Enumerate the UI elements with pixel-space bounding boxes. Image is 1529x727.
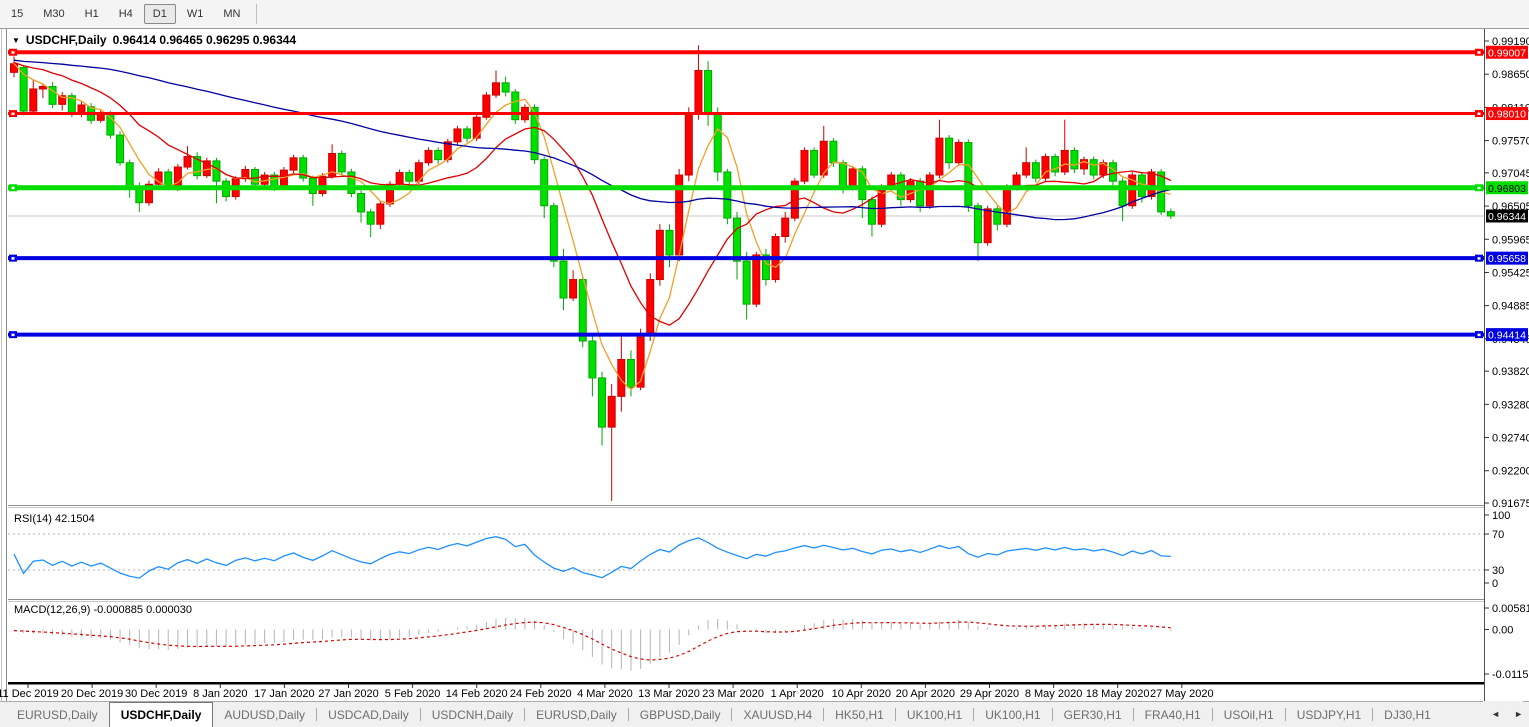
- tab-hk50-h1[interactable]: HK50,H1: [824, 702, 895, 727]
- tab-scroll-left-icon[interactable]: ◄: [1491, 709, 1500, 719]
- tab-xauusd-h4[interactable]: XAUUSD,H4: [732, 702, 823, 727]
- chart-dropdown-icon[interactable]: ▼: [12, 36, 20, 45]
- macd-indicator-label: MACD(12,26,9) -0.000885 0.000030: [14, 604, 192, 616]
- bid-price-badge: 0.96344: [1486, 209, 1528, 223]
- chart-background: [0, 29, 1529, 727]
- tab-uk100-h1[interactable]: UK100,H1: [974, 702, 1051, 727]
- tab-dj30-h1[interactable]: DJ30,H1: [1373, 702, 1442, 727]
- svg-text:0: 0: [1492, 578, 1498, 590]
- svg-text:11 Dec 2019: 11 Dec 2019: [0, 688, 59, 700]
- rsi-indicator-label: RSI(14) 42.1504: [14, 513, 95, 525]
- svg-text:0.97045: 0.97045: [1492, 168, 1529, 180]
- tab-audusd-daily[interactable]: AUDUSD,Daily: [213, 702, 316, 727]
- chart-tab-bar: EURUSD,DailyUSDCHF,DailyAUDUSD,DailyUSDC…: [0, 701, 1529, 727]
- price-axis: 0.991900.986500.981100.975700.970450.965…: [1484, 29, 1529, 701]
- tab-usdcad-daily[interactable]: USDCAD,Daily: [317, 702, 420, 727]
- timeframe-toolbar: 15M30H1H4D1W1MN: [0, 0, 1529, 29]
- svg-text:0.95965: 0.95965: [1492, 234, 1529, 246]
- svg-text:-0.01151: -0.01151: [1492, 669, 1529, 681]
- svg-text:0.97570: 0.97570: [1492, 136, 1529, 148]
- timeframe-button-d1[interactable]: D1: [144, 4, 176, 24]
- svg-text:0.98650: 0.98650: [1492, 69, 1529, 81]
- svg-text:8 May 2020: 8 May 2020: [1025, 688, 1082, 700]
- svg-text:30 Dec 2019: 30 Dec 2019: [125, 688, 187, 700]
- svg-text:8 Jan 2020: 8 Jan 2020: [193, 688, 247, 700]
- svg-text:4 Mar 2020: 4 Mar 2020: [577, 688, 633, 700]
- tab-scroll-right-icon[interactable]: ►: [1514, 709, 1523, 719]
- svg-text:29 Apr 2020: 29 Apr 2020: [960, 688, 1019, 700]
- svg-text:0.92740: 0.92740: [1492, 433, 1529, 445]
- timeframe-button-w1[interactable]: W1: [178, 4, 213, 24]
- tab-fra40-h1[interactable]: FRA40,H1: [1134, 702, 1212, 727]
- timeframe-button-mn[interactable]: MN: [214, 4, 249, 24]
- svg-text:0.95425: 0.95425: [1492, 267, 1529, 279]
- tab-ger30-h1[interactable]: GER30,H1: [1053, 702, 1133, 727]
- svg-text:24 Feb 2020: 24 Feb 2020: [510, 688, 572, 700]
- svg-text:20 Apr 2020: 20 Apr 2020: [896, 688, 955, 700]
- chart-symbol-header: ▼ USDCHF,Daily 0.96414 0.96465 0.96295 0…: [12, 33, 296, 47]
- timeframe-button-15[interactable]: 15: [2, 4, 32, 24]
- svg-text:0.00: 0.00: [1492, 625, 1513, 637]
- timeframe-button-h1[interactable]: H1: [76, 4, 108, 24]
- tab-eurusd-daily[interactable]: EURUSD,Daily: [6, 702, 109, 727]
- svg-text:17 Jan 2020: 17 Jan 2020: [254, 688, 315, 700]
- tab-usdjpy-h1[interactable]: USDJPY,H1: [1286, 702, 1372, 727]
- svg-text:23 Mar 2020: 23 Mar 2020: [702, 688, 764, 700]
- svg-text:18 May 2020: 18 May 2020: [1086, 688, 1150, 700]
- timeframe-button-m30[interactable]: M30: [34, 4, 73, 24]
- svg-text:0.92200: 0.92200: [1492, 466, 1529, 478]
- chart-symbol-label: USDCHF,Daily: [26, 33, 107, 47]
- chart-canvas[interactable]: 0.991900.986500.981100.975700.970450.965…: [0, 29, 1529, 727]
- svg-text:0.98010: 0.98010: [1488, 109, 1526, 121]
- tab-scroll-nav: ◄ ►: [1483, 701, 1523, 727]
- tab-eurusd-daily[interactable]: EURUSD,Daily: [525, 702, 628, 727]
- svg-text:0.93280: 0.93280: [1492, 399, 1529, 411]
- svg-text:0.93820: 0.93820: [1492, 366, 1529, 378]
- tab-usoil-h1[interactable]: USOil,H1: [1213, 702, 1285, 727]
- svg-text:30: 30: [1492, 565, 1504, 577]
- svg-text:27 Jan 2020: 27 Jan 2020: [318, 688, 379, 700]
- toolbar-separator: [256, 4, 257, 24]
- svg-text:0.99007: 0.99007: [1488, 47, 1526, 59]
- svg-text:13 Mar 2020: 13 Mar 2020: [638, 688, 700, 700]
- svg-text:0.96803: 0.96803: [1488, 183, 1526, 195]
- svg-text:5 Feb 2020: 5 Feb 2020: [385, 688, 441, 700]
- svg-text:0.95658: 0.95658: [1488, 253, 1526, 265]
- timeframe-button-h4[interactable]: H4: [110, 4, 142, 24]
- svg-text:10 Apr 2020: 10 Apr 2020: [832, 688, 891, 700]
- svg-text:20 Dec 2019: 20 Dec 2019: [61, 688, 123, 700]
- svg-text:0.91675: 0.91675: [1492, 498, 1529, 510]
- trading-platform-window: 15M30H1H4D1W1MN 0.991900.986500.981100.9…: [0, 0, 1529, 727]
- svg-text:0.005818: 0.005818: [1492, 603, 1529, 615]
- tab-gbpusd-daily[interactable]: GBPUSD,Daily: [629, 702, 732, 727]
- chart-ohlc-values: 0.96414 0.96465 0.96295 0.96344: [113, 33, 297, 47]
- svg-text:0.94414: 0.94414: [1488, 330, 1526, 342]
- tab-usdcnh-daily[interactable]: USDCNH,Daily: [421, 702, 524, 727]
- svg-text:0.96344: 0.96344: [1488, 211, 1526, 223]
- svg-text:70: 70: [1492, 529, 1504, 541]
- svg-text:27 May 2020: 27 May 2020: [1150, 688, 1214, 700]
- tab-uk100-h1[interactable]: UK100,H1: [896, 702, 973, 727]
- svg-text:1 Apr 2020: 1 Apr 2020: [771, 688, 824, 700]
- svg-text:14 Feb 2020: 14 Feb 2020: [446, 688, 508, 700]
- svg-text:0.94885: 0.94885: [1492, 301, 1529, 313]
- svg-text:100: 100: [1492, 510, 1510, 522]
- tab-usdchf-daily[interactable]: USDCHF,Daily: [109, 702, 214, 727]
